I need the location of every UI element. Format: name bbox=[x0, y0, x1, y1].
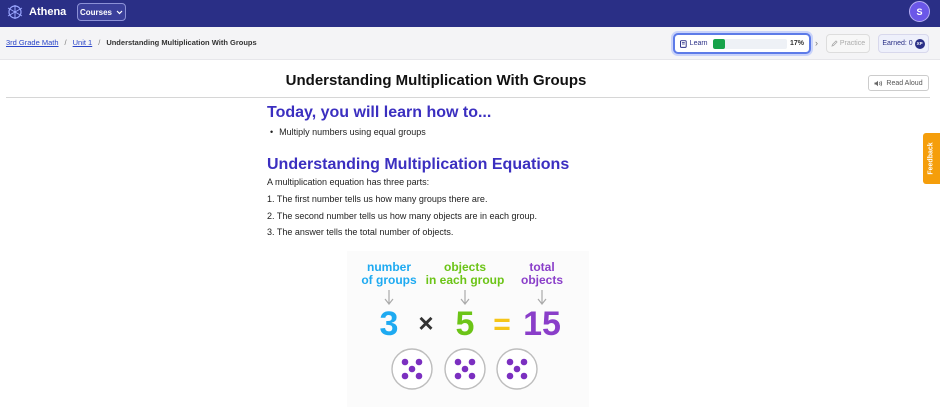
title-divider bbox=[6, 97, 930, 98]
practice-tab[interactable]: Practice bbox=[826, 34, 870, 53]
breadcrumb-separator: / bbox=[98, 38, 101, 47]
chevron-down-icon bbox=[116, 10, 123, 14]
top-navbar: Athena Courses S bbox=[0, 0, 940, 27]
object-dot bbox=[506, 358, 514, 366]
label-objects-line1: objects bbox=[444, 260, 486, 274]
learn-progress-bar bbox=[712, 38, 787, 49]
object-dot bbox=[468, 372, 476, 380]
object-dot bbox=[461, 365, 469, 373]
app-name: Athena bbox=[29, 6, 67, 18]
parts-list-item: 1. The first number tells us how many gr… bbox=[267, 194, 488, 204]
object-dot bbox=[520, 372, 528, 380]
objective-item: Multiply numbers using equal groups bbox=[267, 127, 687, 137]
parts-list-item: 3. The answer tells the total number of … bbox=[267, 227, 454, 237]
learn-percent: 17% bbox=[789, 40, 804, 47]
equal-groups bbox=[391, 348, 538, 390]
object-dot bbox=[401, 372, 409, 380]
section-intro: A multiplication equation has three part… bbox=[267, 177, 430, 187]
learn-progress-tab[interactable]: Learn 17% bbox=[673, 33, 811, 54]
object-dot bbox=[513, 365, 521, 373]
section-heading: Understanding Multiplication Equations bbox=[267, 156, 570, 173]
avatar-initial: S bbox=[916, 6, 923, 17]
learn-label: Learn bbox=[689, 40, 708, 47]
label-total-line2: objects bbox=[521, 273, 563, 287]
breadcrumb-link-unit[interactable]: Unit 1 bbox=[73, 38, 93, 47]
equation-illustration: number of groups objects in each group t… bbox=[361, 260, 563, 390]
earned-xp-badge[interactable]: Earned: 0 XP bbox=[878, 34, 929, 53]
page-title: Understanding Multiplication With Groups bbox=[285, 72, 587, 89]
arrow-down-icon bbox=[537, 290, 547, 305]
courses-dropdown-button[interactable]: Courses bbox=[77, 3, 126, 21]
book-icon bbox=[680, 39, 687, 48]
total-objects: 15 bbox=[523, 305, 561, 343]
chevron-right-icon: › bbox=[815, 38, 818, 48]
breadcrumb-current: Understanding Multiplication With Groups bbox=[106, 38, 257, 47]
object-dot bbox=[468, 358, 476, 366]
equals-sign: = bbox=[493, 308, 511, 341]
breadcrumb-link-course[interactable]: 3rd Grade Math bbox=[6, 38, 59, 47]
earned-label: Earned: 0 bbox=[882, 40, 913, 47]
athena-logo-icon bbox=[7, 5, 23, 19]
object-dot bbox=[408, 365, 416, 373]
objects-per-group: 5 bbox=[456, 305, 475, 343]
number-of-groups: 3 bbox=[380, 305, 399, 343]
object-dot bbox=[415, 372, 423, 380]
app-logo[interactable]: Athena bbox=[6, 4, 66, 20]
object-dot bbox=[454, 358, 462, 366]
multiplication-figure: number of groups objects in each group t… bbox=[347, 251, 589, 407]
arrow-down-icon bbox=[460, 290, 470, 305]
objectives-heading: Today, you will learn how to... bbox=[267, 104, 492, 121]
learn-progress-fill bbox=[712, 38, 726, 49]
read-aloud-label: Read Aloud bbox=[886, 79, 923, 87]
times-sign: × bbox=[418, 308, 433, 338]
breadcrumb-separator: / bbox=[64, 38, 67, 47]
objectives-list: Multiply numbers using equal groups bbox=[267, 127, 687, 137]
label-number-of-groups-line1: number bbox=[367, 260, 411, 274]
feedback-tab[interactable]: Feedback bbox=[923, 133, 940, 184]
lesson-content: Today, you will learn how to... Multiply… bbox=[267, 104, 687, 237]
practice-label: Practice bbox=[839, 40, 866, 47]
pencil-icon bbox=[831, 40, 838, 47]
parts-list-item: 2. The second number tells us how many o… bbox=[267, 210, 537, 221]
object-dot bbox=[454, 372, 462, 380]
label-number-of-groups-line2: of groups bbox=[361, 273, 417, 287]
label-objects-line2: in each group bbox=[426, 273, 505, 287]
parts-list: 1. The first number tells us how many gr… bbox=[267, 194, 537, 244]
object-dot bbox=[415, 358, 423, 366]
courses-label: Courses bbox=[79, 7, 112, 17]
arrow-down-icon bbox=[384, 290, 394, 305]
feedback-label: Feedback bbox=[928, 142, 936, 175]
object-dot bbox=[401, 358, 409, 366]
label-total-line1: total bbox=[529, 260, 554, 274]
xp-icon: XP bbox=[914, 38, 925, 49]
speaker-icon bbox=[874, 80, 883, 86]
object-dot bbox=[520, 358, 528, 366]
breadcrumb: 3rd Grade Math / Unit 1 / Understanding … bbox=[6, 38, 257, 47]
object-dot bbox=[506, 372, 514, 380]
objective-text: Multiply numbers using equal groups bbox=[279, 127, 426, 137]
user-avatar[interactable]: S bbox=[909, 1, 930, 22]
read-aloud-button[interactable]: Read Aloud bbox=[868, 75, 929, 91]
